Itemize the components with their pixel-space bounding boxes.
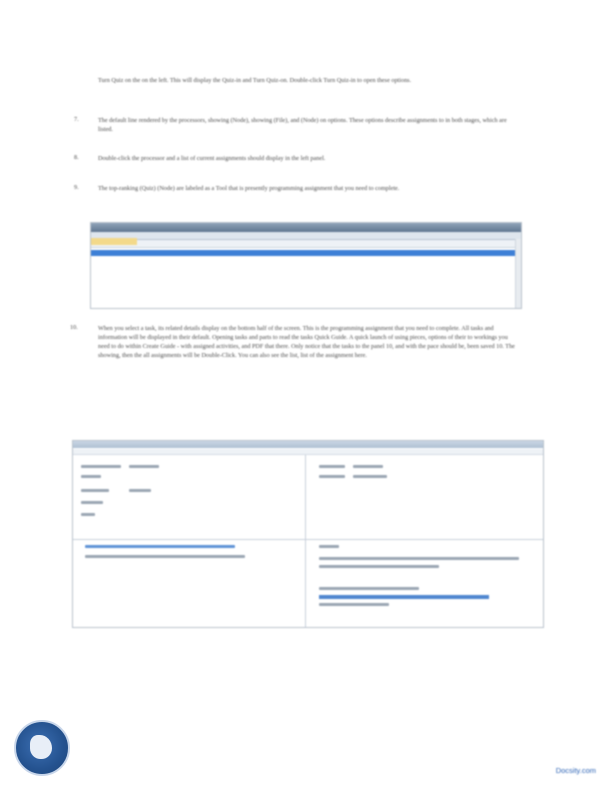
text-line [319,603,389,606]
list-header-row [91,240,521,248]
paragraph-intro: Turn Quiz on the on the left. This will … [98,77,412,84]
screenshot-assignment-details [72,440,544,628]
paragraph-step-7: The default line rendered by the process… [98,117,507,133]
text-line [85,555,245,558]
footer-link[interactable]: Docsity.com [556,766,596,775]
field-label [319,475,345,478]
text-line [319,587,419,590]
list-number-7: 7. [74,116,79,123]
paragraph-step-8: Double-click the processor and a list of… [98,155,326,162]
list-number-9: 9. [74,184,79,191]
field-value [353,475,387,478]
screenshot-assignment-list [90,222,522,309]
field-label [81,501,103,504]
selected-row [91,250,521,256]
field-label [319,465,345,468]
field-label [81,465,121,468]
field-value [353,465,383,468]
text-line [319,565,439,568]
scrollbar [515,239,521,308]
text-line [319,557,519,560]
list-number-8: 8. [74,154,79,161]
window-tabbar [91,232,521,245]
highlighted-link [319,595,489,599]
active-tab [91,238,137,245]
section-heading [85,545,235,548]
logo-mark [30,735,52,759]
panel-divider-vertical [305,455,306,627]
field-label [81,513,95,516]
field-label [81,475,101,478]
paragraph-step-10: When you select a task, its related deta… [98,325,515,359]
field-value [129,465,159,468]
list-number-10: 10. [70,324,78,331]
field-label [81,489,109,492]
section-label [319,545,339,548]
window-toolbar [73,449,543,455]
panel-divider-horizontal [73,539,543,540]
window-titlebar [73,441,543,448]
field-value [129,489,151,492]
paragraph-step-9: The top-ranking (Quiz) (Node) are labele… [98,185,400,192]
document-page: Turn Quiz on the on the left. This will … [0,0,612,792]
docsity-logo-icon [14,720,70,776]
window-titlebar [91,223,521,232]
